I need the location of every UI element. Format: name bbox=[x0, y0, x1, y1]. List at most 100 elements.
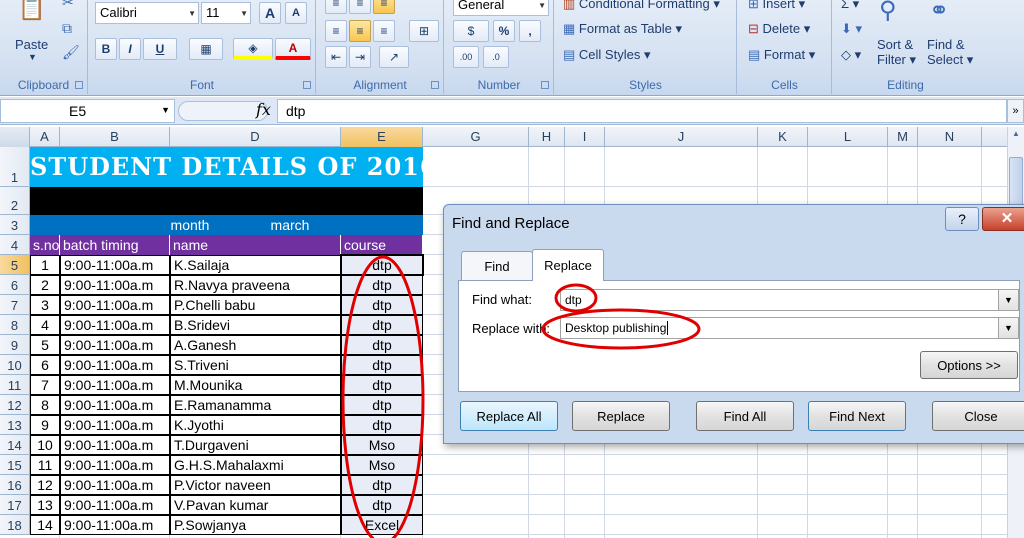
cell-name[interactable]: R.Navya praveena bbox=[170, 275, 341, 295]
decrease-decimal-icon[interactable]: .0 bbox=[483, 46, 509, 68]
row-header-3[interactable]: 3 bbox=[0, 215, 30, 235]
row-header-6[interactable]: 6 bbox=[0, 275, 30, 295]
clear-icon[interactable]: ◇ ▾ bbox=[841, 47, 861, 63]
cell-name[interactable]: P.Victor naveen bbox=[170, 475, 341, 495]
align-center-icon[interactable]: ≡ bbox=[349, 20, 371, 42]
row-header-17[interactable]: 17 bbox=[0, 495, 30, 515]
column-header-J[interactable]: J bbox=[605, 127, 758, 147]
merge-center-icon[interactable]: ⊞ bbox=[409, 20, 439, 42]
align-right-icon[interactable]: ≡ bbox=[373, 20, 395, 42]
underline-button[interactable]: U bbox=[143, 38, 177, 60]
row-header-18[interactable]: 18 bbox=[0, 515, 30, 535]
increase-indent-icon[interactable]: ⇥ bbox=[349, 46, 371, 68]
cell-sno[interactable]: 4 bbox=[30, 315, 60, 335]
cell-name[interactable]: V.Pavan kumar bbox=[170, 495, 341, 515]
row-header-4[interactable]: 4 bbox=[0, 235, 30, 255]
cell-batch[interactable]: 9:00-11:00a.m bbox=[60, 375, 170, 395]
number-format-select[interactable]: General ▼ bbox=[453, 0, 549, 16]
column-header-M[interactable]: M bbox=[888, 127, 918, 147]
align-bottom-icon[interactable]: ≡ bbox=[373, 0, 395, 14]
column-header-D[interactable]: D bbox=[170, 127, 341, 147]
font-family-select[interactable]: Calibri ▼ bbox=[95, 2, 199, 24]
tab-find[interactable]: Find bbox=[461, 251, 533, 280]
cell-name[interactable]: G.H.S.Mahalaxmi bbox=[170, 455, 341, 475]
help-button[interactable]: ? bbox=[945, 207, 979, 231]
cell-course[interactable]: dtp bbox=[341, 415, 423, 435]
decrease-indent-icon[interactable]: ⇤ bbox=[325, 46, 347, 68]
cell-batch[interactable]: 9:00-11:00a.m bbox=[60, 475, 170, 495]
cell-sno[interactable]: 12 bbox=[30, 475, 60, 495]
format-button[interactable]: ▤ Format ▾ bbox=[748, 47, 815, 63]
row-header-16[interactable]: 16 bbox=[0, 475, 30, 495]
cell-course[interactable]: dtp bbox=[341, 375, 423, 395]
cell-name[interactable]: P.Chelli babu bbox=[170, 295, 341, 315]
cell-batch[interactable]: 9:00-11:00a.m bbox=[60, 315, 170, 335]
fx-icon[interactable]: fx bbox=[256, 100, 271, 119]
cell-batch[interactable]: 9:00-11:00a.m bbox=[60, 435, 170, 455]
conditional-formatting-button[interactable]: ▥ Conditional Formatting ▾ bbox=[563, 0, 720, 12]
header-course[interactable]: course bbox=[341, 235, 423, 255]
cell-name[interactable]: S.Triveni bbox=[170, 355, 341, 375]
sort-filter-button[interactable]: Sort & Filter ▾ bbox=[877, 37, 916, 68]
column-header-H[interactable]: H bbox=[529, 127, 565, 147]
replace-with-input[interactable]: Desktop publishing ▼ bbox=[560, 317, 1019, 339]
format-as-table-button[interactable]: ▦ Format as Table ▾ bbox=[563, 21, 682, 37]
cell-sno[interactable]: 2 bbox=[30, 275, 60, 295]
align-left-icon[interactable]: ≡ bbox=[325, 20, 347, 42]
increase-decimal-icon[interactable]: .00 bbox=[453, 46, 479, 68]
orientation-icon[interactable]: ↗ bbox=[379, 46, 409, 68]
column-header-E[interactable]: E bbox=[341, 127, 423, 147]
cell-name[interactable]: P.Sowjanya bbox=[170, 515, 341, 535]
cell-course[interactable]: dtp bbox=[341, 335, 423, 355]
row-header-8[interactable]: 8 bbox=[0, 315, 30, 335]
cell-course[interactable]: dtp bbox=[341, 475, 423, 495]
row-header-5[interactable]: 5 bbox=[0, 255, 30, 275]
font-launcher[interactable] bbox=[303, 81, 311, 89]
cut-icon[interactable]: ✂ bbox=[62, 0, 74, 11]
align-middle-icon[interactable]: ≡ bbox=[349, 0, 371, 14]
column-header-I[interactable]: I bbox=[565, 127, 605, 147]
currency-icon[interactable]: $ bbox=[453, 20, 489, 42]
cell-batch[interactable]: 9:00-11:00a.m bbox=[60, 335, 170, 355]
row-header-10[interactable]: 10 bbox=[0, 355, 30, 375]
formula-input[interactable]: dtp bbox=[277, 99, 1007, 123]
cell-sno[interactable]: 11 bbox=[30, 455, 60, 475]
cell-name[interactable]: B.Sridevi bbox=[170, 315, 341, 335]
cell-name[interactable]: K.Jyothi bbox=[170, 415, 341, 435]
cell-course[interactable]: dtp bbox=[341, 355, 423, 375]
cell-name[interactable]: K.Sailaja bbox=[170, 255, 341, 275]
percent-button[interactable]: % bbox=[493, 20, 515, 42]
cell-name[interactable]: T.Durgaveni bbox=[170, 435, 341, 455]
column-header-K[interactable]: K bbox=[758, 127, 808, 147]
binoculars-icon[interactable]: ⚭ bbox=[929, 0, 949, 25]
header-batch[interactable]: batch timing bbox=[60, 235, 170, 255]
autosum-icon[interactable]: Σ ▾ bbox=[841, 0, 859, 12]
cell-batch[interactable]: 9:00-11:00a.m bbox=[60, 455, 170, 475]
italic-button[interactable]: I bbox=[119, 38, 141, 60]
find-all-button[interactable]: Find All bbox=[696, 401, 794, 431]
month-label[interactable]: month bbox=[140, 215, 240, 235]
cell-batch[interactable]: 9:00-11:00a.m bbox=[60, 295, 170, 315]
grow-font-button[interactable]: A bbox=[259, 2, 281, 24]
find-what-input[interactable]: dtp ▼ bbox=[560, 289, 1019, 311]
close-button[interactable]: Close bbox=[932, 401, 1024, 431]
expand-formula-icon[interactable]: » bbox=[1007, 99, 1024, 123]
cell-course[interactable]: Mso bbox=[341, 435, 423, 455]
comma-button[interactable]: , bbox=[519, 20, 541, 42]
cell-course[interactable]: dtp bbox=[341, 495, 423, 515]
borders-icon[interactable]: ▦ bbox=[189, 38, 223, 60]
cell-name[interactable]: M.Mounika bbox=[170, 375, 341, 395]
row-header-12[interactable]: 12 bbox=[0, 395, 30, 415]
shrink-font-button[interactable]: A bbox=[285, 2, 307, 24]
cell-course[interactable]: dtp bbox=[341, 315, 423, 335]
row-header-11[interactable]: 11 bbox=[0, 375, 30, 395]
name-box[interactable]: E5 ▼ bbox=[0, 99, 175, 123]
cell-sno[interactable]: 7 bbox=[30, 375, 60, 395]
font-size-select[interactable]: 11 ▼ bbox=[201, 2, 251, 24]
month-value[interactable]: march bbox=[250, 215, 330, 235]
black-band[interactable] bbox=[30, 187, 423, 215]
align-top-icon[interactable]: ≡ bbox=[325, 0, 347, 14]
row-header-9[interactable]: 9 bbox=[0, 335, 30, 355]
cell-batch[interactable]: 9:00-11:00a.m bbox=[60, 515, 170, 535]
select-all-corner[interactable] bbox=[0, 127, 30, 147]
